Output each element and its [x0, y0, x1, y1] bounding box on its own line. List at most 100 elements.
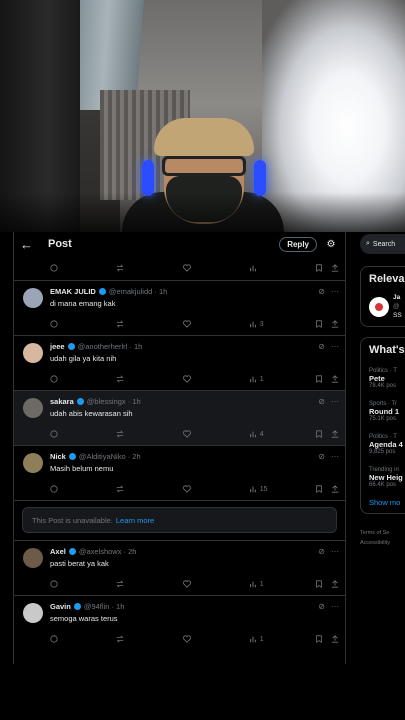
retweet-icon[interactable] [116, 430, 182, 438]
reply-icon[interactable] [50, 485, 116, 493]
tweet-actions: 1 [14, 370, 345, 388]
avatar[interactable] [23, 603, 43, 623]
reply-button[interactable]: Reply [279, 236, 317, 252]
like-icon[interactable] [182, 485, 249, 493]
relevant-people-box: Releva Ja @ SS [360, 266, 405, 327]
reply-icon[interactable] [50, 320, 116, 328]
author-name[interactable]: EMAK JULID [50, 287, 96, 296]
share-icon[interactable] [331, 375, 339, 383]
grok-icon[interactable]: ⊘ [318, 342, 325, 351]
tweet-reply[interactable]: jeee @anotherherlrl · 1h ⊘ ··· udah gila ya … [14, 335, 345, 390]
tweet-actions [14, 256, 345, 280]
bookmark-icon[interactable] [315, 375, 323, 383]
views-icon[interactable]: 15 [249, 485, 315, 493]
retweet-icon[interactable] [116, 375, 182, 383]
view-count: 1 [259, 635, 264, 643]
views-icon[interactable]: 4 [249, 430, 315, 438]
accessibility-link[interactable]: Accessibility [360, 538, 405, 548]
trend-item[interactable]: Trending in New Heig 66.4K pos [369, 467, 405, 488]
trend-item[interactable]: Politics · T Agenda 4 9,825 pos [369, 434, 405, 455]
reply-icon[interactable] [50, 580, 116, 588]
verified-badge-icon [67, 343, 75, 350]
author-handle[interactable]: @94flin · 1h [84, 602, 125, 611]
avatar[interactable] [23, 548, 43, 568]
back-arrow-icon[interactable]: ← [20, 237, 40, 252]
grok-icon[interactable]: ⊘ [318, 397, 325, 406]
like-icon[interactable] [182, 375, 249, 383]
tweet-reply[interactable]: EMAK JULID @emakjulidd · 1h ⊘ ··· di mana em… [14, 280, 345, 335]
author-name[interactable]: Axel [50, 547, 66, 556]
bookmark-icon[interactable] [315, 430, 323, 438]
views-icon[interactable]: 1 [249, 580, 315, 588]
grok-icon[interactable]: ⊘ [318, 452, 325, 461]
grok-icon[interactable]: ⊘ [318, 287, 325, 296]
share-icon[interactable] [331, 485, 339, 493]
like-icon[interactable] [182, 430, 249, 438]
learn-more-link[interactable]: Learn more [116, 516, 154, 525]
share-icon[interactable] [331, 320, 339, 328]
bookmark-icon[interactable] [315, 264, 323, 272]
share-icon[interactable] [331, 635, 339, 643]
tweet-reply[interactable]: sakara @blessingx · 1h ⊘ ··· udah abis kewar… [14, 390, 345, 445]
tweet-reply[interactable]: Nick @AlditiyaNiko · 2h ⊘ ··· Masih belum ne… [14, 445, 345, 500]
like-icon[interactable] [182, 320, 249, 328]
author-name[interactable]: Nick [50, 452, 66, 461]
grok-icon[interactable]: ⊘ [318, 547, 325, 556]
share-icon[interactable] [331, 430, 339, 438]
relevant-user[interactable]: Ja @ SS [369, 293, 405, 320]
retweet-icon[interactable] [116, 320, 182, 328]
reply-icon[interactable] [50, 264, 116, 272]
trend-item[interactable]: Sports · Tr Round 1 75.1K pos [369, 401, 405, 422]
bookmark-icon[interactable] [315, 320, 323, 328]
like-icon[interactable] [182, 264, 249, 272]
views-icon[interactable] [249, 264, 315, 272]
more-icon[interactable]: ··· [331, 342, 339, 351]
tweet-reply[interactable]: Gavin @94flin · 1h ⊘ ··· semoga waras terus 1 [14, 595, 345, 650]
more-icon[interactable]: ··· [331, 287, 339, 296]
retweet-icon[interactable] [116, 264, 182, 272]
author-name[interactable]: Gavin [50, 602, 71, 611]
tweet-reply[interactable]: Axel @axelshowx · 2h ⊘ ··· pasti berat ya ka… [14, 540, 345, 595]
avatar[interactable] [23, 343, 43, 363]
avatar[interactable] [23, 453, 43, 473]
views-icon[interactable]: 1 [249, 375, 315, 383]
author-handle[interactable]: @emakjulidd · 1h [109, 287, 167, 296]
view-count: 1 [259, 375, 264, 383]
retweet-icon[interactable] [116, 580, 182, 588]
retweet-icon[interactable] [116, 485, 182, 493]
grok-icon[interactable]: ⊘ [318, 602, 325, 611]
author-name[interactable]: jeee [50, 342, 65, 351]
post-header: ← Post Reply ⚙ [14, 232, 345, 256]
more-icon[interactable]: ··· [331, 547, 339, 556]
author-handle[interactable]: @AlditiyaNiko · 2h [79, 452, 141, 461]
bookmark-icon[interactable] [315, 580, 323, 588]
share-icon[interactable] [331, 580, 339, 588]
reply-icon[interactable] [50, 430, 116, 438]
share-icon[interactable] [331, 264, 339, 272]
bookmark-icon[interactable] [315, 635, 323, 643]
retweet-icon[interactable] [116, 635, 182, 643]
author-handle[interactable]: @blessingx · 1h [87, 397, 141, 406]
views-icon[interactable]: 3 [249, 320, 315, 328]
reply-icon[interactable] [50, 375, 116, 383]
author-name[interactable]: sakara [50, 397, 74, 406]
more-icon[interactable]: ··· [331, 452, 339, 461]
search-input[interactable]: ⌕ Search [360, 234, 405, 254]
sliders-icon[interactable]: ⚙ [323, 239, 339, 250]
more-icon[interactable]: ··· [331, 397, 339, 406]
terms-link[interactable]: Terms of Se [360, 528, 405, 538]
avatar[interactable] [23, 398, 43, 418]
bookmark-icon[interactable] [315, 485, 323, 493]
trend-item[interactable]: Politics · T Pete 78.4K pos [369, 368, 405, 389]
show-more-link[interactable]: Show mo [369, 498, 405, 507]
like-icon[interactable] [182, 580, 249, 588]
author-handle[interactable]: @anotherherlrl · 1h [78, 342, 143, 351]
avatar[interactable] [23, 288, 43, 308]
views-icon[interactable]: 1 [249, 635, 315, 643]
reply-icon[interactable] [50, 635, 116, 643]
more-icon[interactable]: ··· [331, 602, 339, 611]
author-handle[interactable]: @axelshowx · 2h [79, 547, 137, 556]
post-column: ← Post Reply ⚙ EMAK JULID @emakjulidd · 1… [13, 232, 346, 664]
like-icon[interactable] [182, 635, 249, 643]
view-count: 15 [259, 485, 268, 493]
